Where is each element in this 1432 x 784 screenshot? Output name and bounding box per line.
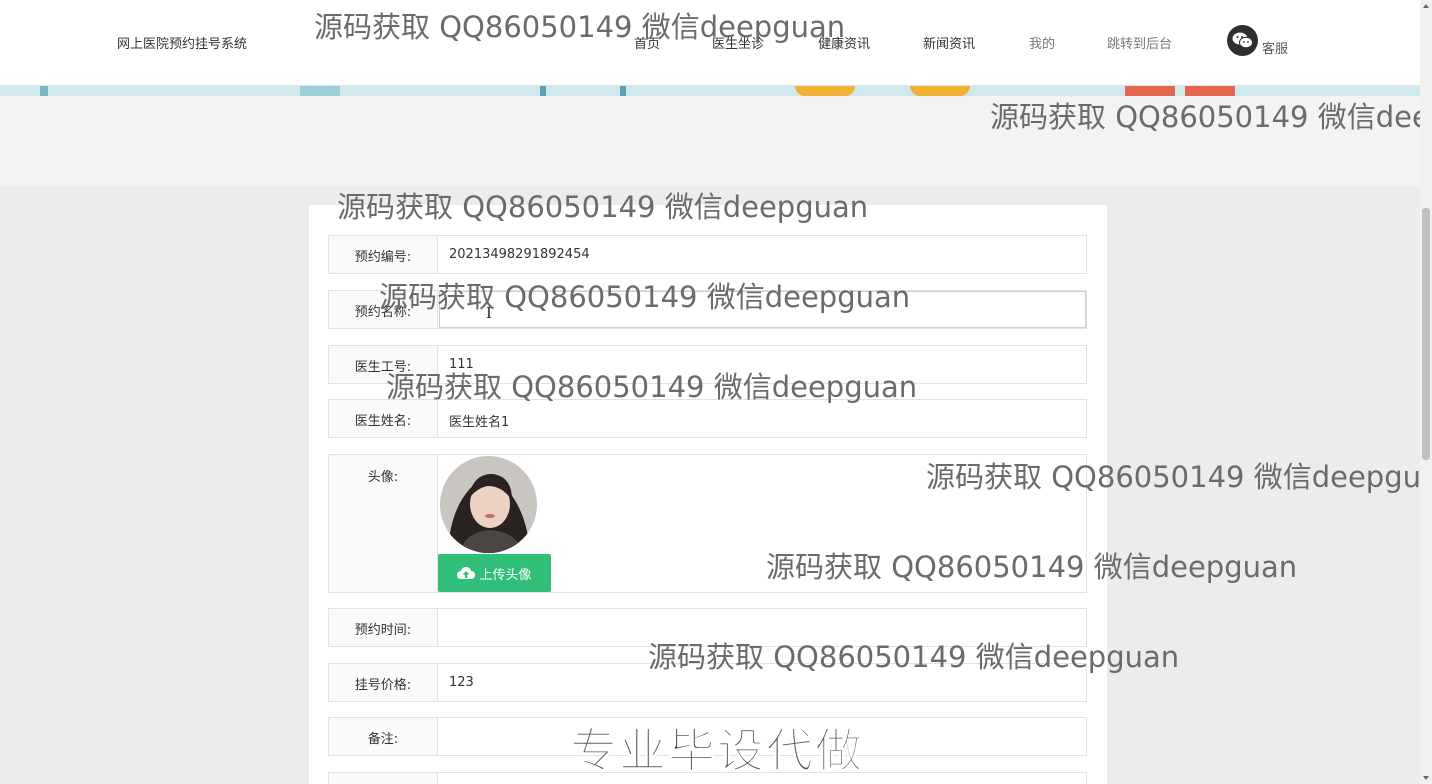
scroll-down-arrow-icon[interactable] <box>1423 776 1429 780</box>
avatar-image <box>440 456 537 553</box>
nav-admin-link[interactable]: 跳转到后台 <box>1107 33 1172 52</box>
banner-decor <box>795 86 855 96</box>
upload-avatar-button[interactable]: 上传头像 <box>438 554 551 592</box>
watermark-text: 源码获取 QQ86050149 微信deepguan <box>766 550 1298 584</box>
field-appointment-no: 预约编号: 20213498291892454 <box>328 235 1087 274</box>
customer-service-label[interactable]: 客服 <box>1262 38 1288 57</box>
banner-decor <box>300 86 340 96</box>
watermark-text: 源码获取 QQ86050149 微信deepguan <box>386 370 918 404</box>
scroll-thumb[interactable] <box>1422 208 1430 460</box>
watermark-text: 源码获取 QQ86050149 微信deepguan <box>379 280 911 314</box>
watermark-text: 源码获取 QQ86050149 微信deepguan <box>314 10 846 44</box>
banner-decor <box>910 86 970 96</box>
watermark-text: 源码获取 QQ86050149 微信deepgua <box>926 460 1432 494</box>
field-label: 预约时间: <box>329 609 438 646</box>
watermark-text: 源码获取 QQ86050149 微信dee <box>990 100 1430 134</box>
upload-avatar-label: 上传头像 <box>479 567 532 583</box>
field-label: 备注: <box>329 718 438 755</box>
nav-news[interactable]: 新闻资讯 <box>923 33 975 52</box>
site-brand[interactable]: 网上医院预约挂号系统 <box>117 33 247 52</box>
field-label: 预约编号: <box>329 236 438 273</box>
field-label: 头像: <box>329 455 438 592</box>
page-scrollbar[interactable] <box>1420 0 1432 784</box>
wechat-icon[interactable] <box>1227 25 1258 56</box>
nav-mine[interactable]: 我的 <box>1029 33 1055 52</box>
banner-decor <box>540 86 546 96</box>
cloud-upload-icon <box>457 567 476 579</box>
banner-decor <box>40 86 48 96</box>
watermark-text: 源码获取 QQ86050149 微信deepguan <box>648 640 1180 674</box>
field-label <box>329 773 438 784</box>
field-label: 挂号价格: <box>329 664 438 701</box>
appointment-no-input[interactable]: 20213498291892454 <box>439 236 1086 273</box>
banner-decor <box>620 86 626 96</box>
scroll-up-arrow-icon[interactable] <box>1423 4 1429 8</box>
watermark-text: 源码获取 QQ86050149 微信deepguan <box>337 190 869 224</box>
watermark-big-text: 专业毕设代做 <box>570 724 864 780</box>
